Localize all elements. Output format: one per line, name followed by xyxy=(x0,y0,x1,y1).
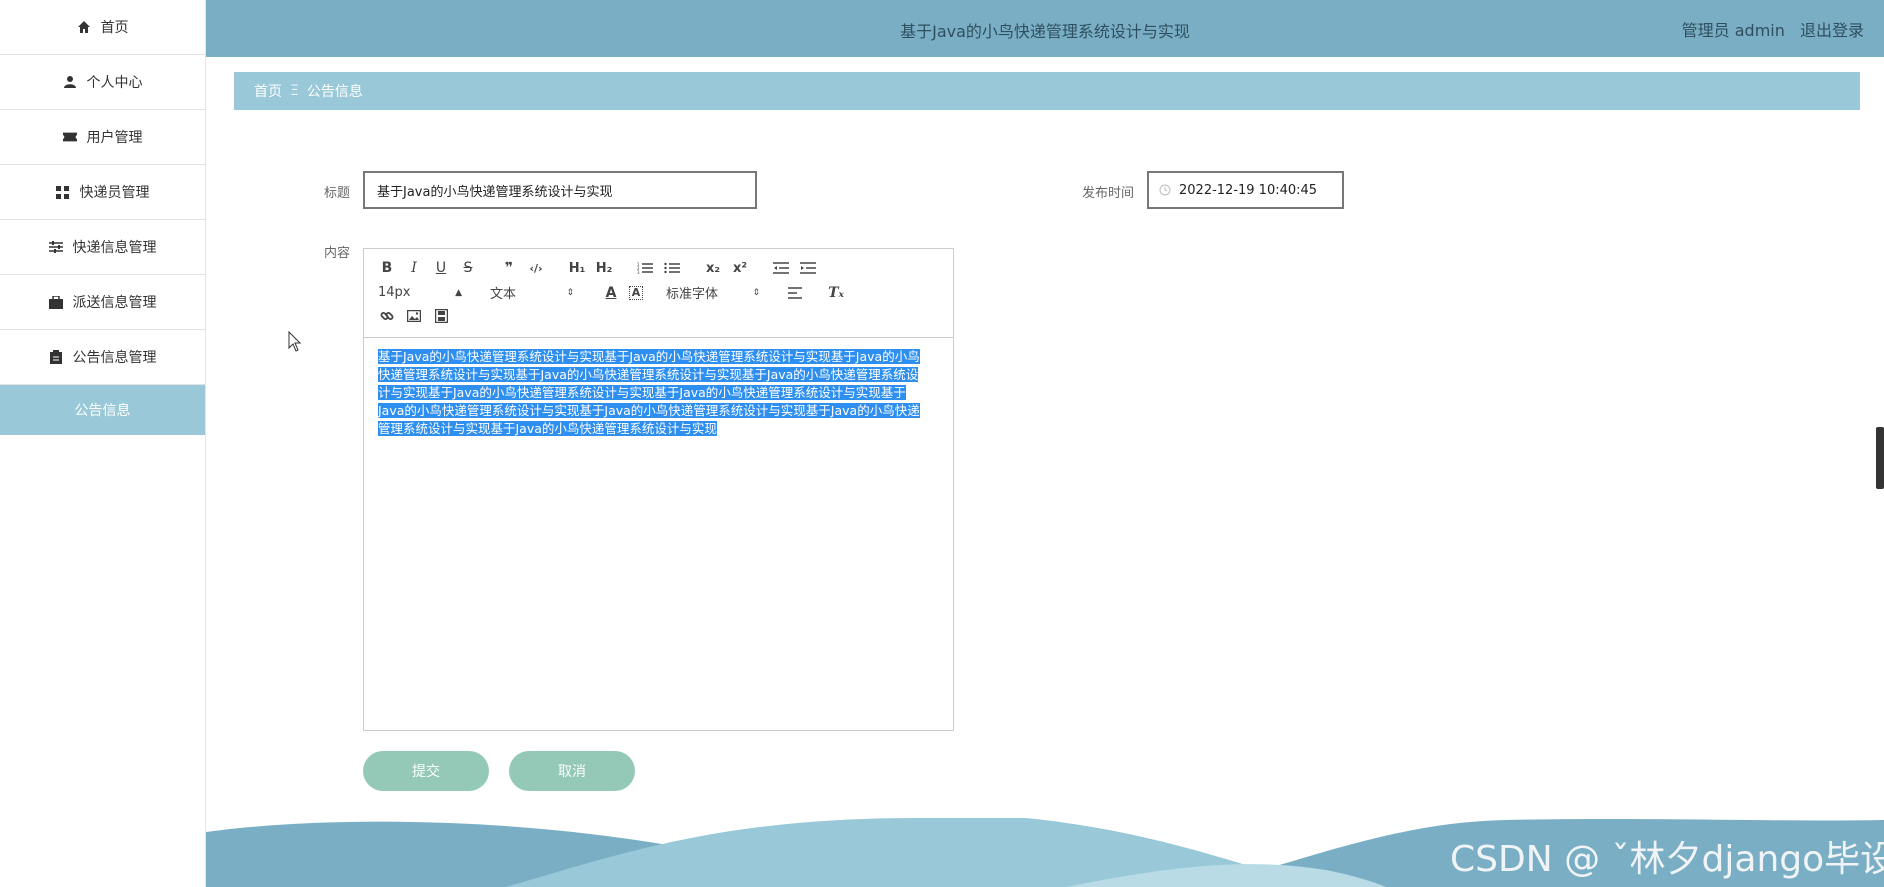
user-icon xyxy=(63,75,77,89)
sidebar-item-express-info[interactable]: 快递信息管理 xyxy=(0,220,205,275)
sidebar-item-profile[interactable]: 个人中心 xyxy=(0,55,205,110)
code-icon[interactable]: ‹/› xyxy=(527,259,545,277)
align-icon[interactable] xyxy=(786,284,804,302)
publish-time-input[interactable]: 2022-12-19 10:40:45 xyxy=(1147,171,1344,209)
font-family-value: 标准字体 xyxy=(666,287,719,302)
editor-content[interactable]: 基于Java的小鸟快递管理系统设计与实现基于Java的小鸟快递管理系统设计与实现… xyxy=(364,338,953,448)
sliders-icon xyxy=(48,240,63,254)
subscript-icon[interactable]: x₂ xyxy=(704,259,722,277)
title-input[interactable]: 基于Java的小鸟快递管理系统设计与实现 xyxy=(363,171,757,209)
content-label: 内容 xyxy=(324,246,351,261)
font-size-select[interactable]: 14px ▲ xyxy=(378,285,462,300)
content-line: 快递管理系统设计与实现基于Java的小鸟快递管理系统设计与实现基于Java的小鸟… xyxy=(378,367,919,382)
underline-icon[interactable]: U xyxy=(432,259,450,277)
sidebar-item-notice-manage[interactable]: 公告信息管理 xyxy=(0,330,205,385)
sidebar-item-delivery-info[interactable]: 派送信息管理 xyxy=(0,275,205,330)
sidebar: 首页 个人中心 用户管理 快递员管理 快递信息管理 派送信息管理 公告信息管理 … xyxy=(0,0,206,887)
ordered-list-icon[interactable]: 123 xyxy=(636,259,654,277)
indent-icon[interactable] xyxy=(799,259,817,277)
scrollbar-handle[interactable] xyxy=(1876,427,1884,489)
video-icon[interactable] xyxy=(432,307,450,325)
header-select[interactable]: 文本 ⇕ xyxy=(490,283,574,302)
superscript-icon[interactable]: x² xyxy=(731,259,749,277)
logout-link[interactable]: 退出登录 xyxy=(1800,21,1864,40)
sidebar-item-notice[interactable]: 公告信息 xyxy=(0,385,205,435)
bullet-list-icon[interactable] xyxy=(663,259,681,277)
sidebar-item-label: 首页 xyxy=(100,20,129,36)
outdent-icon[interactable] xyxy=(772,259,790,277)
submit-button[interactable]: 提交 xyxy=(363,751,489,791)
bold-icon[interactable]: B xyxy=(378,259,396,277)
watermark: CSDN @ ˇ林夕django毕设 xyxy=(1450,839,1884,880)
content-line: Java的小鸟快递管理系统设计与实现基于Java的小鸟快递管理系统设计与实现基于… xyxy=(378,403,920,418)
header-user-area: 管理员 admin 退出登录 xyxy=(1672,17,1864,41)
sidebar-item-users[interactable]: 用户管理 xyxy=(0,110,205,165)
cancel-button[interactable]: 取消 xyxy=(509,751,635,791)
font-family-select[interactable]: 标准字体 ⇕ xyxy=(666,283,760,302)
clock-icon xyxy=(1159,184,1171,196)
updown-icon: ▲ xyxy=(455,287,462,298)
current-user: 管理员 admin xyxy=(1681,21,1785,40)
sidebar-item-label: 快递信息管理 xyxy=(72,240,157,256)
mouse-cursor-icon xyxy=(288,330,302,357)
breadcrumb: 首页 Ξ 公告信息 xyxy=(234,72,1860,110)
heading2-icon[interactable]: H₂ xyxy=(595,259,613,277)
breadcrumb-home[interactable]: 首页 xyxy=(254,81,282,101)
sidebar-item-label: 快递员管理 xyxy=(79,185,150,201)
updown-icon: ⇕ xyxy=(752,287,760,298)
italic-icon[interactable]: I xyxy=(405,259,423,277)
publish-time-value: 2022-12-19 10:40:45 xyxy=(1179,182,1318,198)
sidebar-item-home[interactable]: 首页 xyxy=(0,0,205,55)
sidebar-item-label: 公告信息 xyxy=(74,403,131,419)
content-line: 基于Java的小鸟快递管理系统设计与实现基于Java的小鸟快递管理系统设计与实现… xyxy=(378,349,920,364)
breadcrumb-current: 公告信息 xyxy=(306,84,363,100)
breadcrumb-separator: Ξ xyxy=(290,83,299,99)
link-icon[interactable] xyxy=(378,307,396,325)
top-header: 基于Java的小鸟快递管理系统设计与实现 管理员 admin 退出登录 xyxy=(206,0,1884,57)
ticket-icon xyxy=(62,130,77,144)
clipboard-icon xyxy=(49,350,63,364)
blockquote-icon[interactable]: ❞ xyxy=(500,259,518,277)
sidebar-item-couriers[interactable]: 快递员管理 xyxy=(0,165,205,220)
rich-text-editor: B I U S ❞ ‹/› H₁ H₂ 123 x₂ x² 14px ▲ 文本 … xyxy=(363,248,954,731)
header-select-value: 文本 xyxy=(490,287,517,302)
publish-time-label: 发布时间 xyxy=(1082,186,1135,201)
updown-icon: ⇕ xyxy=(566,287,574,298)
briefcase-icon xyxy=(48,295,63,309)
editor-toolbar: B I U S ❞ ‹/› H₁ H₂ 123 x₂ x² 14px ▲ 文本 … xyxy=(364,249,953,338)
app-title: 基于Java的小鸟快递管理系统设计与实现 xyxy=(900,22,1190,41)
sidebar-item-label: 派送信息管理 xyxy=(72,295,157,311)
svg-text:3: 3 xyxy=(637,270,640,274)
title-label: 标题 xyxy=(324,186,351,201)
sidebar-item-label: 公告信息管理 xyxy=(72,350,157,366)
sidebar-item-label: 个人中心 xyxy=(86,75,143,91)
background-color-icon[interactable]: A xyxy=(629,285,643,300)
grid-icon xyxy=(56,185,70,199)
font-size-value: 14px xyxy=(378,285,411,300)
image-icon[interactable] xyxy=(405,307,423,325)
content-line: 管理系统设计与实现基于Java的小鸟快递管理系统设计与实现 xyxy=(378,421,717,436)
clear-format-icon[interactable]: Tₓ xyxy=(827,284,845,302)
content-line: 计与实现基于Java的小鸟快递管理系统设计与实现基于Java的小鸟快递管理系统设… xyxy=(378,385,906,400)
strike-icon[interactable]: S xyxy=(459,259,477,277)
font-color-icon[interactable]: A xyxy=(602,284,620,302)
heading1-icon[interactable]: H₁ xyxy=(568,259,586,277)
home-icon xyxy=(77,20,91,34)
sidebar-item-label: 用户管理 xyxy=(86,130,143,146)
